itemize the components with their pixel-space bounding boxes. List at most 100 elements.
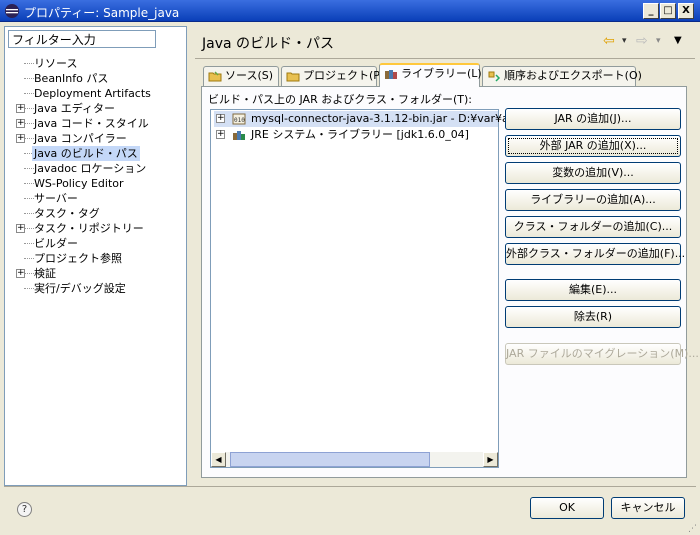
tree-item[interactable]: + Java コンパイラー [4,131,184,146]
add-external-class-folder-button[interactable]: 外部クラス・フォルダーの追加(F)... [505,243,685,265]
jar-icon: 010 [232,113,246,125]
footer-divider [4,486,696,487]
tree-item[interactable]: + 検証 [4,266,184,281]
expand-icon[interactable]: + [16,119,25,128]
tree-connector [24,108,34,109]
maximize-button[interactable]: □ [660,3,676,19]
tree-item[interactable]: Deployment Artifacts [4,86,184,101]
tree-item-label: 実行/デバッグ設定 [34,282,126,295]
tree-item-label: タスク・リポジトリー [34,222,144,235]
tree-connector [24,228,34,229]
tree-item[interactable]: + Java エディター [4,101,184,116]
tree-item-label: Java コンパイラー [34,132,127,145]
tab-order-export[interactable]: 順序およびエクスポート(O) [482,66,642,86]
remove-button[interactable]: 除去(R) [505,306,681,328]
tree-item[interactable]: タスク・タグ [4,206,184,221]
svg-text:010: 010 [234,117,245,124]
tab-projects[interactable]: プロジェクト(P) [281,66,384,86]
add-class-folder-button[interactable]: クラス・フォルダーの追加(C)... [505,216,681,238]
source-folder-icon [208,71,222,82]
tree-item-label: タスク・タグ [34,207,100,220]
header-divider [195,58,695,59]
expand-icon[interactable]: + [216,130,225,139]
add-variable-button[interactable]: 変数の追加(V)... [505,162,681,184]
build-path-label: ビルド・パス上の JAR およびクラス・フォルダー(T): [208,93,472,106]
tree-item-label: リソース [34,57,78,70]
filter-input[interactable] [8,30,156,48]
tree-connector [24,258,34,259]
tab-source[interactable]: ソース(S) [203,66,279,86]
order-icon [488,71,501,82]
scroll-right-icon[interactable]: ▶ [483,452,498,467]
tree-item-label: Java エディター [34,102,115,115]
resize-grip-icon[interactable]: ⋰ [688,524,698,534]
tree-item[interactable]: + Java コード・スタイル [4,116,184,131]
expand-icon[interactable]: + [16,269,25,278]
back-dropdown-icon[interactable]: ▾ [622,33,627,49]
tree-connector [24,168,34,169]
preference-tree: リソース BeanInfo パス Deployment Artifacts + Java… [4,56,187,296]
eclipse-icon [5,4,19,18]
tree-connector [24,273,34,274]
build-path-list[interactable] [210,109,499,468]
library-icon [385,70,397,79]
jar-entry-label: mysql-connector-java-3.1.12-bin.jar - D:… [251,112,516,125]
tree-item[interactable]: WS-Policy Editor [4,176,184,191]
tree-item[interactable]: 実行/デバッグ設定 [4,281,184,296]
tree-item-label: Java のビルド・パス [32,146,140,161]
tree-item-label: Java コード・スタイル [34,117,149,130]
expand-icon[interactable]: + [216,114,225,123]
scrollbar-thumb[interactable] [230,452,430,467]
tree-item[interactable]: ビルダー [4,236,184,251]
tree-item-label: Deployment Artifacts [34,87,151,100]
tree-connector [24,183,34,184]
tree-item[interactable]: Java のビルド・パス [4,146,184,161]
tree-connector [24,93,34,94]
window-title: プロパティー: Sample_java [24,6,180,20]
project-icon [286,72,300,82]
tree-item-label: 検証 [34,267,56,280]
minimize-button[interactable]: _ [643,3,659,19]
tab-projects-label: プロジェクト(P) [303,69,385,82]
add-jar-button[interactable]: JAR の追加(J)... [505,108,681,130]
close-button[interactable]: X [678,3,694,19]
page-title: Java のビルド・パス [202,36,335,52]
list-item[interactable]: + JRE システム・ライブラリー [jdk1.6.0_04] [214,127,498,143]
tree-item[interactable]: プロジェクト参照 [4,251,184,266]
tree-item[interactable]: サーバー [4,191,184,206]
help-icon[interactable]: ? [17,502,32,517]
scroll-left-icon[interactable]: ◀ [211,452,226,467]
tree-item[interactable]: BeanInfo パス [4,71,184,86]
tree-connector [24,243,34,244]
edit-button[interactable]: 編集(E)... [505,279,681,301]
tree-item[interactable]: リソース [4,56,184,71]
tree-item-label: ビルダー [34,237,78,250]
add-external-jar-button[interactable]: 外部 JAR の追加(X)... [505,135,681,157]
expand-icon[interactable]: + [16,224,25,233]
tree-connector [24,198,34,199]
ok-button[interactable]: OK [530,497,604,519]
tree-item[interactable]: + タスク・リポジトリー [4,221,184,236]
tree-item-label: Javadoc ロケーション [34,162,147,175]
tree-item-label: WS-Policy Editor [34,177,124,190]
tab-order-export-label: 順序およびエクスポート(O) [504,69,642,82]
forward-arrow-icon[interactable]: ⇨ [636,33,652,49]
tab-source-label: ソース(S) [225,69,274,82]
back-arrow-icon[interactable]: ⇦ [603,33,619,49]
tree-connector [24,63,34,64]
view-menu-icon[interactable]: ▼ [674,33,682,49]
tree-connector [24,213,34,214]
list-item[interactable]: + 010 mysql-connector-java-3.1.12-bin.ja… [214,111,516,127]
cancel-button[interactable]: キャンセル [611,497,685,519]
forward-dropdown-icon[interactable]: ▾ [656,33,661,49]
jre-entry-label: JRE システム・ライブラリー [jdk1.6.0_04] [251,128,469,141]
tree-item[interactable]: Javadoc ロケーション [4,161,184,176]
tree-connector [24,78,34,79]
tree-item-label: BeanInfo パス [34,72,109,85]
tab-libraries-label: ライブラリー(L) [401,67,482,80]
tab-libraries[interactable]: ライブラリー(L) [379,63,482,87]
expand-icon[interactable]: + [16,134,25,143]
add-library-button[interactable]: ライブラリーの追加(A)... [505,189,681,211]
expand-icon[interactable]: + [16,104,25,113]
tree-connector [24,123,34,124]
